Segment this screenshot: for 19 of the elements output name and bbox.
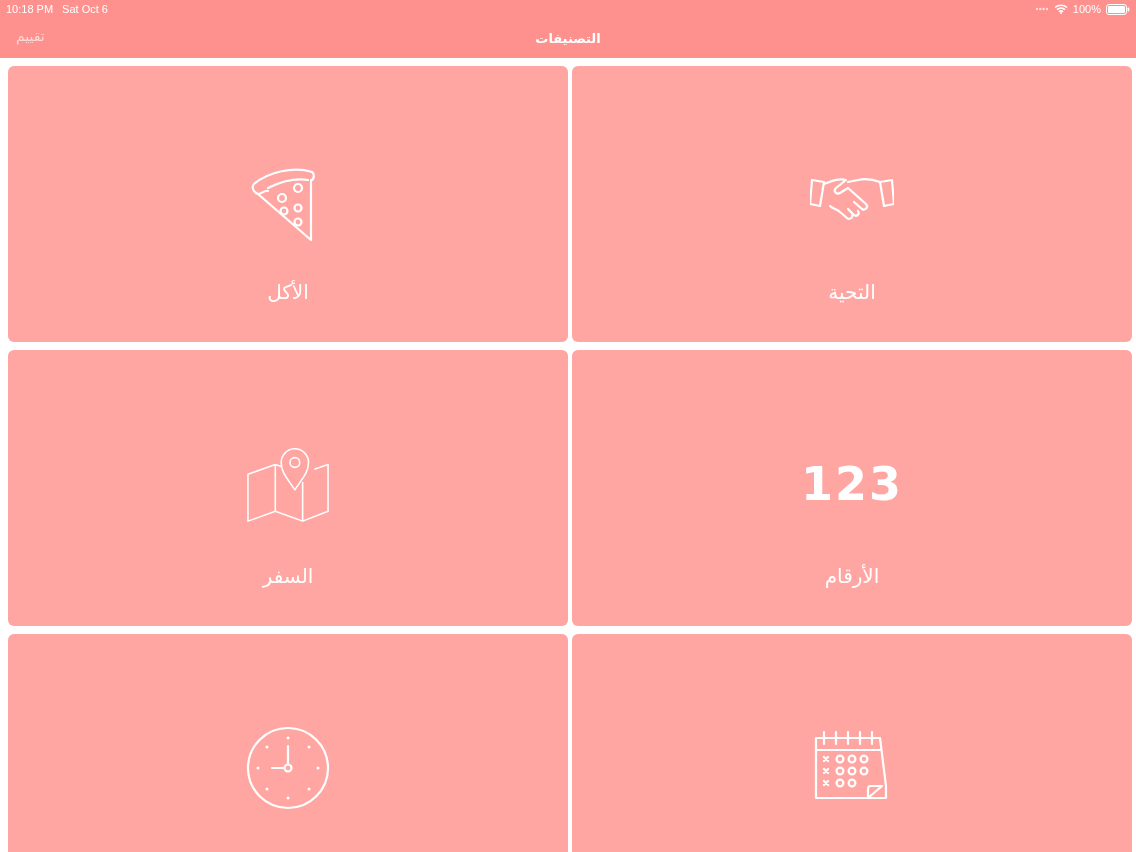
battery-icon (1106, 3, 1130, 15)
battery-percent: 100% (1072, 3, 1101, 15)
category-card[interactable] (8, 634, 568, 852)
category-label: السفر (262, 564, 314, 588)
category-card[interactable]: التحية (572, 66, 1132, 342)
category-card[interactable] (572, 634, 1132, 852)
category-label: التحية (828, 280, 876, 304)
clock-icon (246, 726, 330, 810)
status-time: 10:18 PM (6, 3, 54, 15)
category-label: الأكل (267, 280, 309, 304)
rate-button[interactable]: تقييم (14, 28, 47, 44)
status-date: Sat Oct 6 (62, 3, 108, 15)
signal-dots-icon (1034, 7, 1049, 11)
wifi-icon (1053, 4, 1068, 14)
category-label: الأرقام (824, 564, 880, 588)
category-card[interactable]: السفر (8, 350, 568, 626)
nav-title: التصنيفات (535, 30, 601, 46)
numbers-glyph: 123 (801, 456, 903, 513)
category-card[interactable]: الأكل (8, 66, 568, 342)
